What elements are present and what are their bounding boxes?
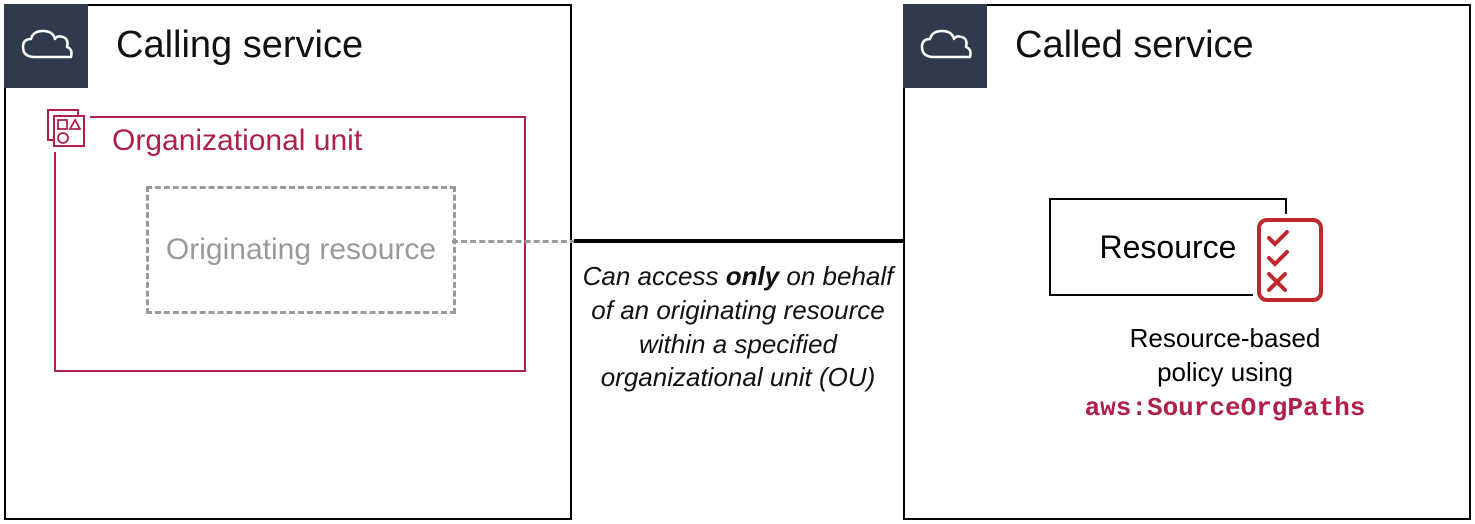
ou-icon bbox=[42, 104, 90, 152]
organizational-unit-box: Organizational unit Originating resource bbox=[54, 116, 526, 372]
calling-service-panel: Calling service Organizational unit Orig… bbox=[4, 4, 572, 520]
policy-checklist-icon bbox=[1253, 214, 1327, 306]
calling-service-title: Calling service bbox=[116, 24, 363, 67]
access-caption: Can access only on behalf of an originat… bbox=[580, 260, 896, 395]
called-service-title: Called service bbox=[1015, 24, 1254, 67]
resource-box: Resource bbox=[1049, 198, 1287, 296]
policy-line-1: Resource-based bbox=[1130, 323, 1321, 353]
policy-description: Resource-based policy using aws:SourceOr… bbox=[1025, 322, 1425, 425]
caption-bold: only bbox=[726, 261, 779, 291]
cloud-icon bbox=[903, 4, 987, 88]
cloud-icon bbox=[4, 4, 88, 88]
policy-condition-key: aws:SourceOrgPaths bbox=[1085, 393, 1366, 423]
caption-pre: Can access bbox=[583, 261, 726, 291]
policy-line-2: policy using bbox=[1157, 357, 1293, 387]
dashed-connector bbox=[452, 240, 576, 243]
originating-resource-box: Originating resource bbox=[146, 186, 456, 314]
ou-label: Organizational unit bbox=[112, 124, 362, 158]
called-service-panel: Called service Resource Resource-based p… bbox=[903, 4, 1471, 520]
